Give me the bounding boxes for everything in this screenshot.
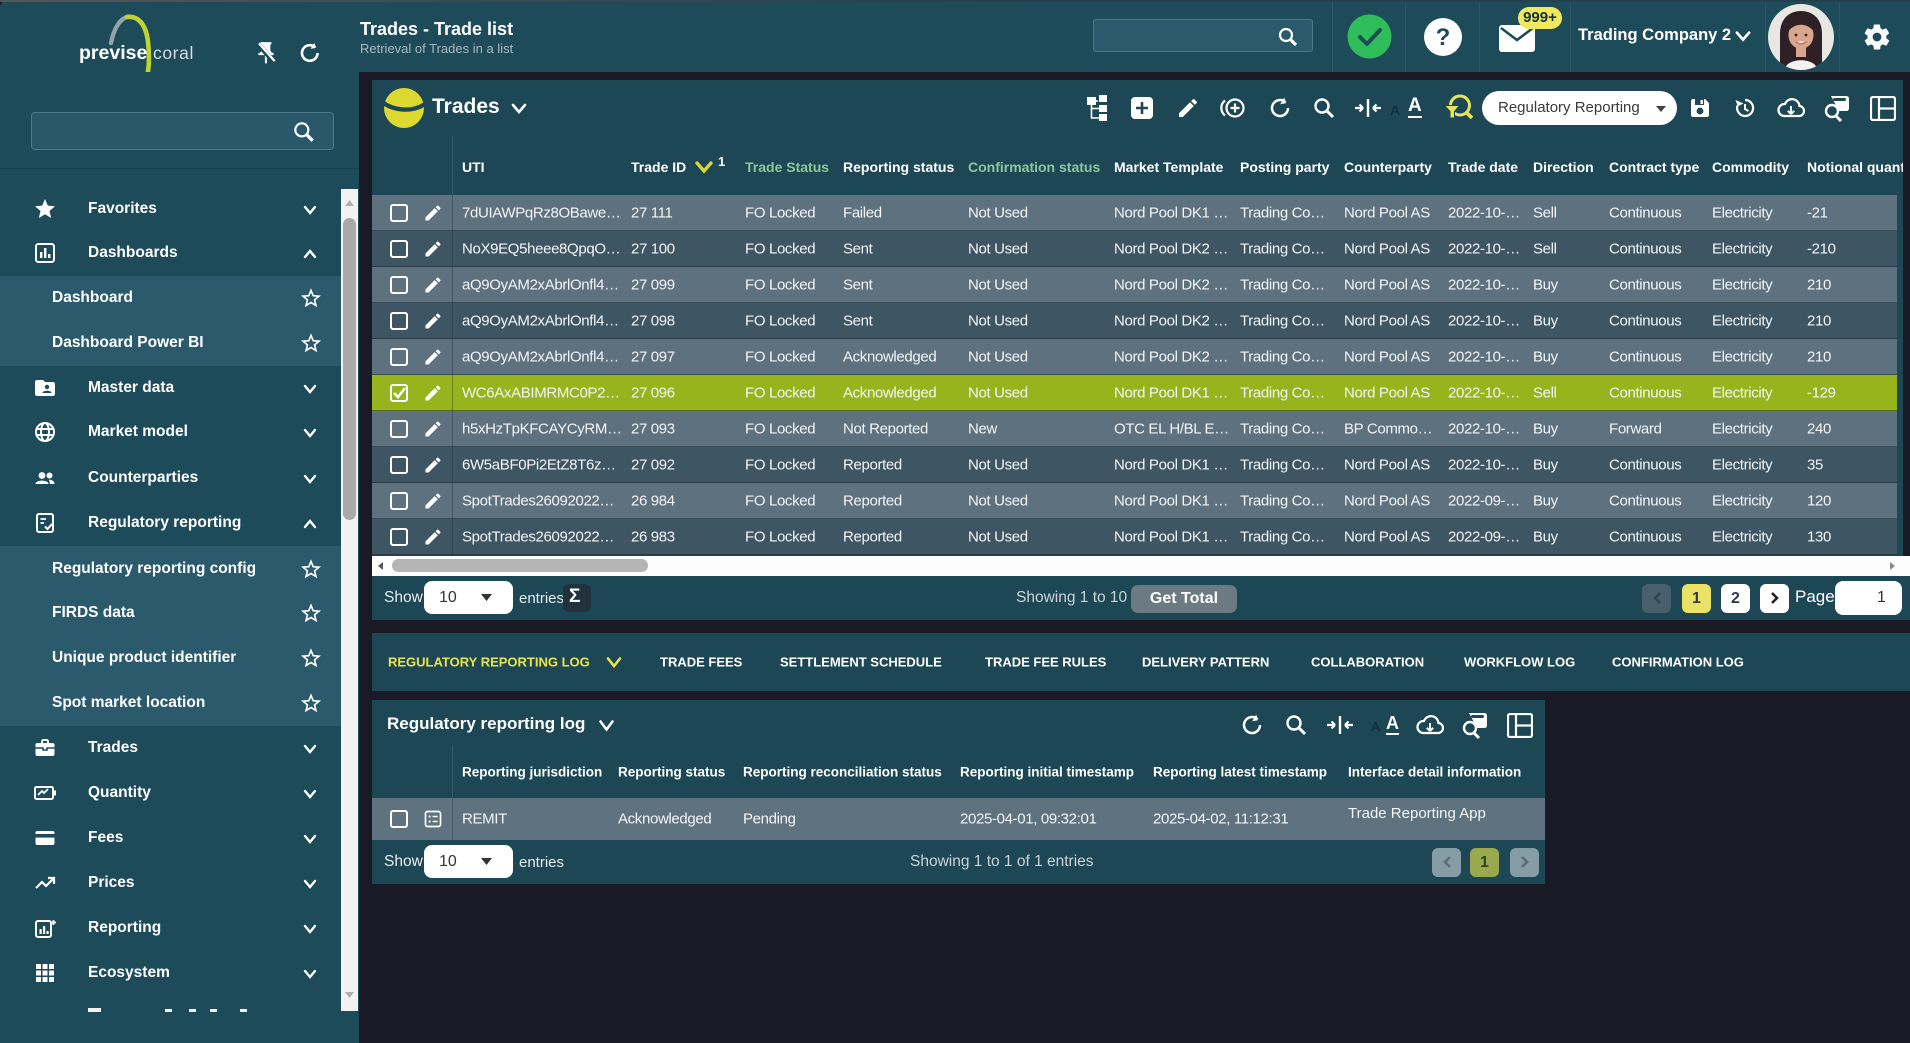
svg-text:previse: previse [79, 42, 147, 64]
svg-text:coral: coral [153, 43, 194, 63]
svg-text:?: ? [1436, 24, 1451, 51]
